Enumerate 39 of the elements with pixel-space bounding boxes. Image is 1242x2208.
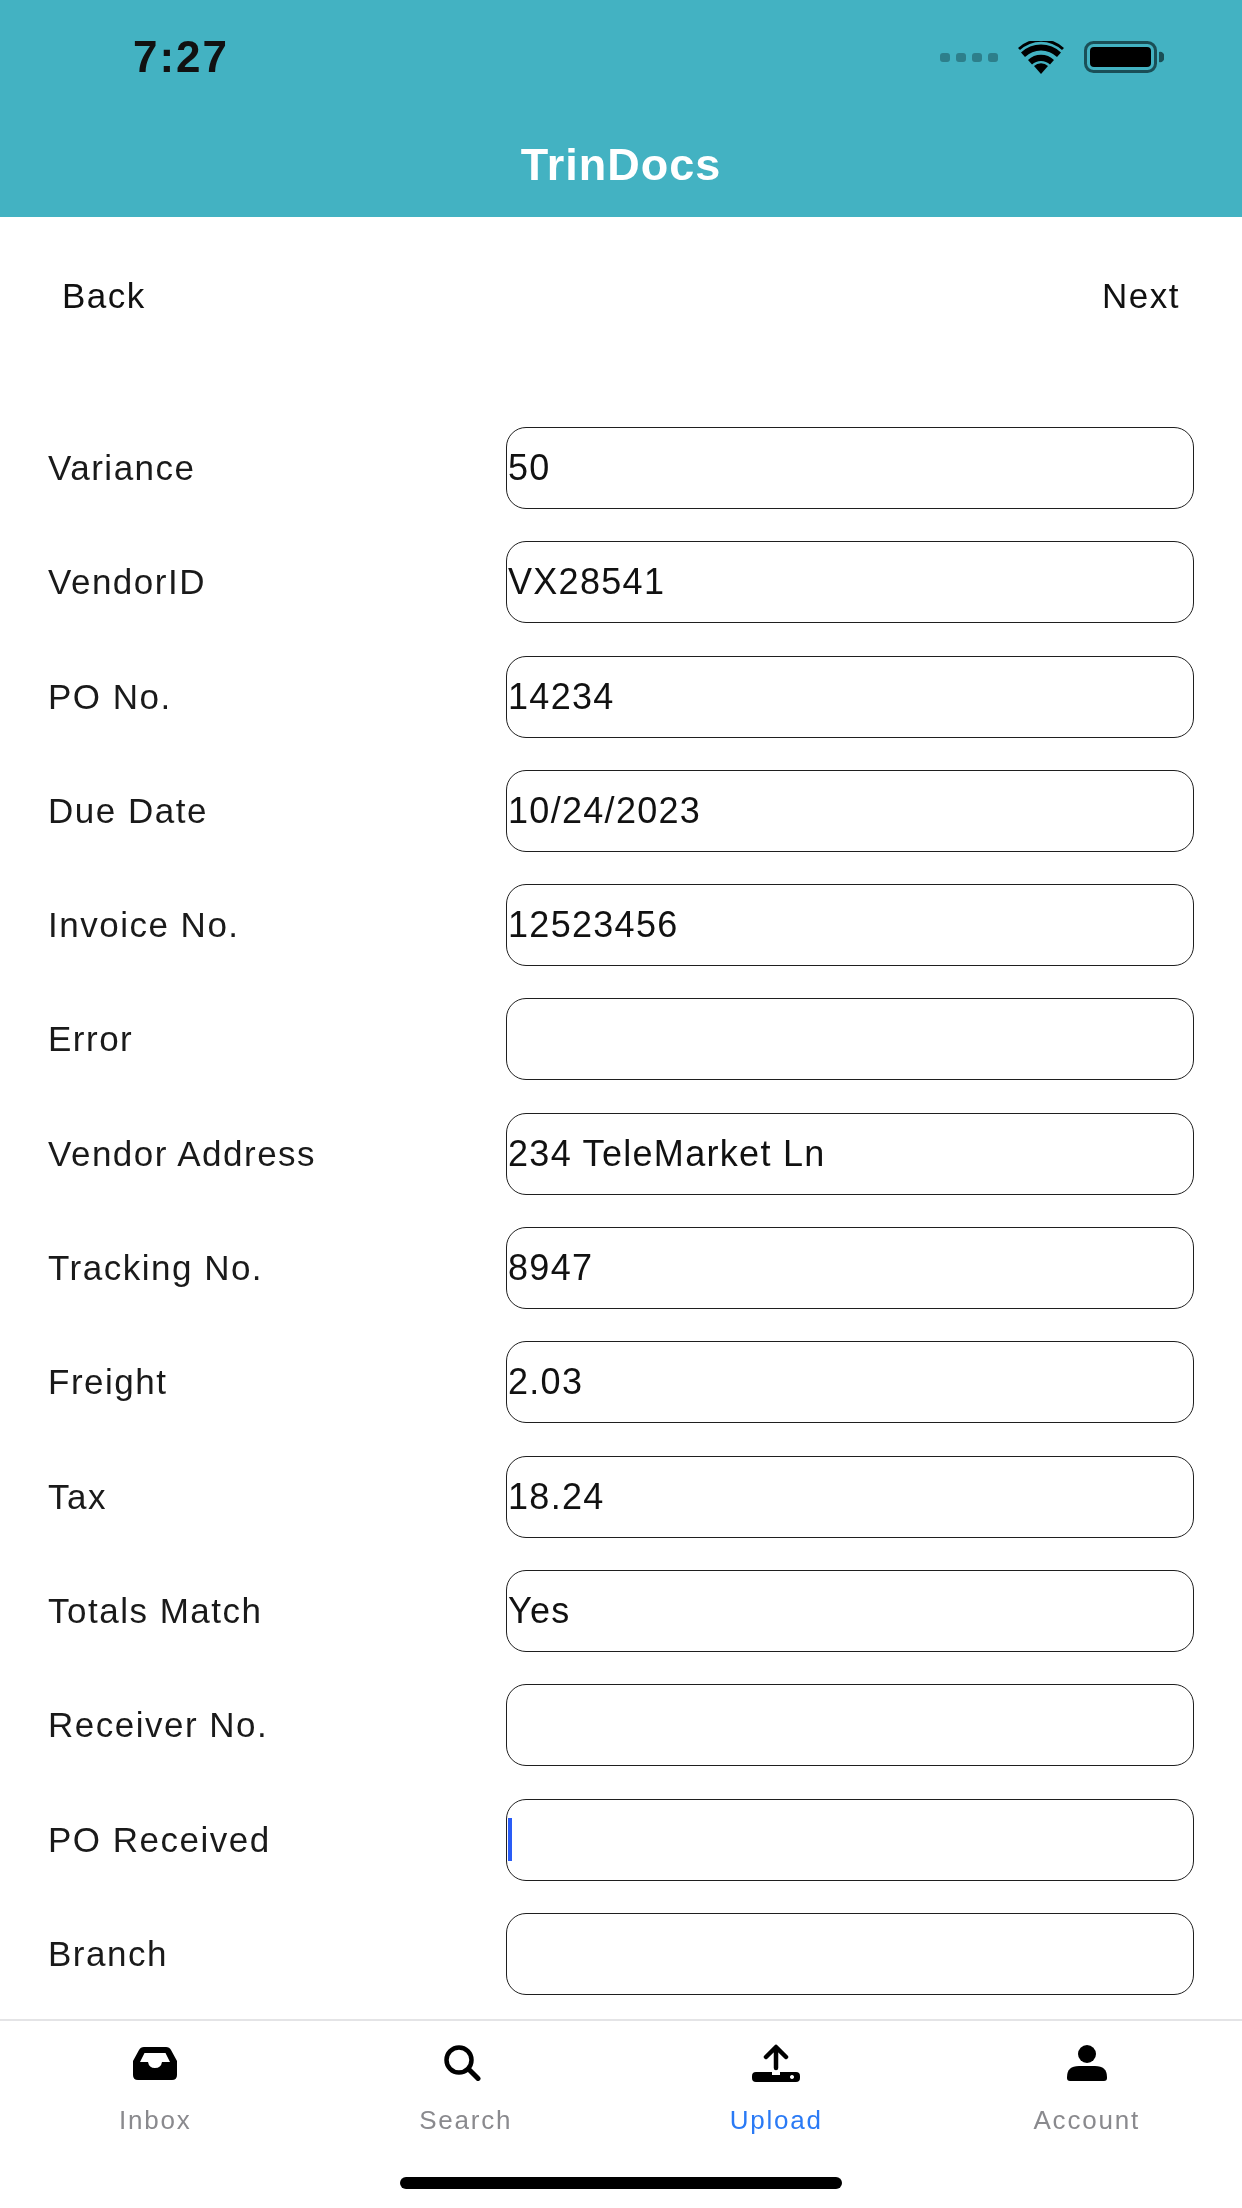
field-label: Variance: [48, 447, 196, 489]
field-label: Totals Match: [48, 1589, 263, 1632]
next-button[interactable]: Next: [1102, 274, 1180, 318]
field-label: Freight: [48, 1361, 168, 1404]
field-label: VendorID: [48, 561, 206, 604]
input-field[interactable]: VX28541: [506, 541, 1194, 624]
app-title: TrinDocs: [520, 142, 722, 187]
tab-item[interactable]: Upload: [729, 2043, 823, 2135]
input-field[interactable]: [506, 998, 1194, 1081]
input-field[interactable]: 12523456: [506, 884, 1194, 967]
field-label: Receiver No.: [48, 1704, 269, 1747]
input-field[interactable]: 8947: [506, 1227, 1194, 1310]
field-label: Invoice No.: [48, 904, 240, 947]
person-icon: [1066, 2045, 1107, 2081]
wifi-icon: [1018, 40, 1064, 74]
field-label: Tracking No.: [48, 1247, 264, 1290]
battery-icon: [1084, 41, 1164, 73]
input-field[interactable]: 14234: [506, 655, 1194, 738]
status-time: 7:27: [133, 35, 230, 79]
input-field[interactable]: 10/24/2023: [506, 769, 1194, 852]
input-field[interactable]: [506, 1684, 1194, 1767]
input-field[interactable]: 50: [506, 427, 1194, 509]
field-label: PO Received: [48, 1818, 271, 1861]
upload-icon: [752, 2044, 801, 2082]
field-label: Error: [48, 1018, 134, 1061]
field-label: Due Date: [48, 789, 208, 832]
field-label: PO No.: [48, 675, 172, 718]
back-button[interactable]: Back: [62, 274, 146, 318]
input-field[interactable]: [506, 1912, 1194, 1995]
input-field[interactable]: 18.24: [506, 1455, 1194, 1538]
input-field[interactable]: 2.03: [506, 1341, 1194, 1424]
input-field[interactable]: Yes: [506, 1569, 1194, 1652]
input-field[interactable]: [506, 1798, 1194, 1881]
field-label: Tax: [48, 1475, 107, 1518]
inbox-tray-icon: [131, 2046, 180, 2080]
field-label: Branch: [48, 1932, 168, 1975]
signal-dots-icon: [940, 52, 998, 62]
field-label: Vendor Address: [48, 1132, 317, 1175]
input-field[interactable]: 234 TeleMarket Ln: [506, 1112, 1194, 1195]
